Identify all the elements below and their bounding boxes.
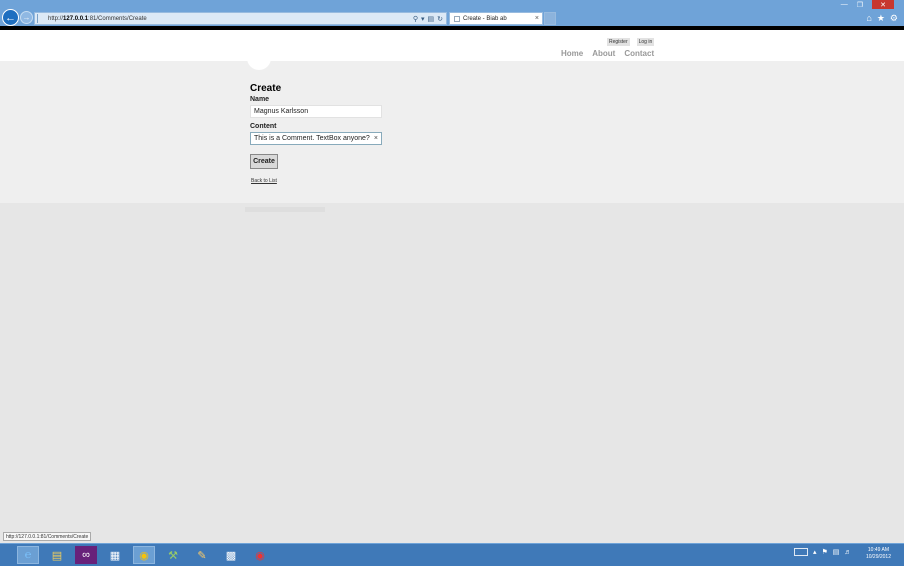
favorites-star-icon[interactable]: ★ xyxy=(877,13,885,24)
site-header: Register Log in Home About Contact xyxy=(0,30,904,61)
search-icon[interactable]: ⚲ xyxy=(413,15,418,23)
register-link[interactable]: Register xyxy=(607,38,630,46)
refresh-icon[interactable]: ↻ xyxy=(437,15,443,23)
close-window-icon[interactable]: ✕ xyxy=(872,0,894,9)
status-tooltip: http://127.0.0.1:81/Comments/Create xyxy=(3,532,92,541)
nav-contact[interactable]: Contact xyxy=(624,49,654,58)
taskbar-wrench-icon[interactable]: ✎ xyxy=(191,546,213,564)
page-title: Create xyxy=(250,83,282,94)
taskbar-installer-icon[interactable]: ▩ xyxy=(220,546,242,564)
forward-button[interactable]: → xyxy=(20,11,33,24)
new-tab-button[interactable] xyxy=(544,12,556,25)
nav-about[interactable]: About xyxy=(592,49,615,58)
home-icon[interactable]: ⌂ xyxy=(866,13,871,24)
taskbar-chrome-icon[interactable]: ◉ xyxy=(133,546,155,564)
login-link[interactable]: Log in xyxy=(636,38,655,46)
taskbar-tool-icon[interactable]: ⚒ xyxy=(162,546,184,564)
main-nav: Home About Contact xyxy=(561,49,654,58)
settings-gear-icon[interactable]: ⚙ xyxy=(890,13,898,24)
main-content: Create Name Magnus Karlsson Content This… xyxy=(0,61,904,203)
nav-home[interactable]: Home xyxy=(561,49,583,58)
network-icon[interactable]: ▤ xyxy=(833,548,840,556)
browser-tools: ⌂ ★ ⚙ xyxy=(866,13,898,24)
back-arrow-icon: ← xyxy=(5,11,16,24)
tab-close-icon[interactable]: × xyxy=(535,15,539,22)
tab-title: Create - Biab ab xyxy=(463,15,507,22)
taskbar-app-icon[interactable]: ▦ xyxy=(104,546,126,564)
create-button[interactable]: Create xyxy=(250,154,278,169)
content-label: Content xyxy=(250,123,277,130)
clock-time: 10:49 AM xyxy=(867,547,890,553)
taskbar-explorer-icon[interactable]: ▤ xyxy=(46,546,68,564)
taskbar: ℮ ▤ ∞ ▦ ◉ ⚒ ✎ ▩ ◉ ▴ ⚑ ▤ ♬ 10:49 AM 10/29… xyxy=(0,543,904,566)
tab-favicon-icon xyxy=(454,15,460,22)
taskbar-ie-icon[interactable]: ℮ xyxy=(17,546,39,564)
tab-create[interactable]: Create - Biab ab × xyxy=(449,12,543,25)
login-links: Register Log in xyxy=(607,38,655,46)
address-url[interactable]: http://127.0.0.1:81/Comments/Create xyxy=(48,16,413,22)
restore-icon[interactable]: ❐ xyxy=(857,1,863,9)
name-label: Name xyxy=(250,96,270,103)
taskbar-record-icon[interactable]: ◉ xyxy=(249,546,271,564)
content-input-value: This is a Comment. TextBox anyone? xyxy=(254,135,370,142)
volume-icon[interactable]: ♬ xyxy=(844,549,851,556)
back-button[interactable]: ← xyxy=(2,9,19,26)
show-hidden-icon[interactable]: ▴ xyxy=(813,548,817,556)
content-input[interactable]: This is a Comment. TextBox anyone? × xyxy=(250,132,382,145)
address-bar[interactable]: http://127.0.0.1:81/Comments/Create ⚲ ▾ … xyxy=(34,12,447,25)
system-clock[interactable]: 10:49 AM 10/29/2012 xyxy=(866,547,891,561)
name-input[interactable]: Magnus Karlsson xyxy=(250,105,382,118)
back-to-list-link[interactable]: Back to List xyxy=(251,178,382,184)
taskbar-visualstudio-icon[interactable]: ∞ xyxy=(75,546,97,564)
window-controls: — ❐ ✕ xyxy=(841,0,894,9)
clock-date: 10/29/2012 xyxy=(865,554,891,560)
minimize-icon[interactable]: — xyxy=(841,1,848,9)
create-form: Create Name Magnus Karlsson Content This… xyxy=(250,83,382,184)
page-favicon-icon xyxy=(37,14,45,23)
flag-icon[interactable]: ⚑ xyxy=(822,548,828,556)
forward-arrow-icon: → xyxy=(22,13,31,22)
clear-icon[interactable]: × xyxy=(374,135,378,142)
name-input-value: Magnus Karlsson xyxy=(254,108,309,115)
footer xyxy=(245,207,325,212)
system-tray: ▴ ⚑ ▤ ♬ xyxy=(794,548,851,556)
keyboard-icon[interactable] xyxy=(794,548,808,556)
compat-icon[interactable]: ▤ xyxy=(428,15,435,23)
dropdown-icon[interactable]: ▾ xyxy=(421,15,425,23)
